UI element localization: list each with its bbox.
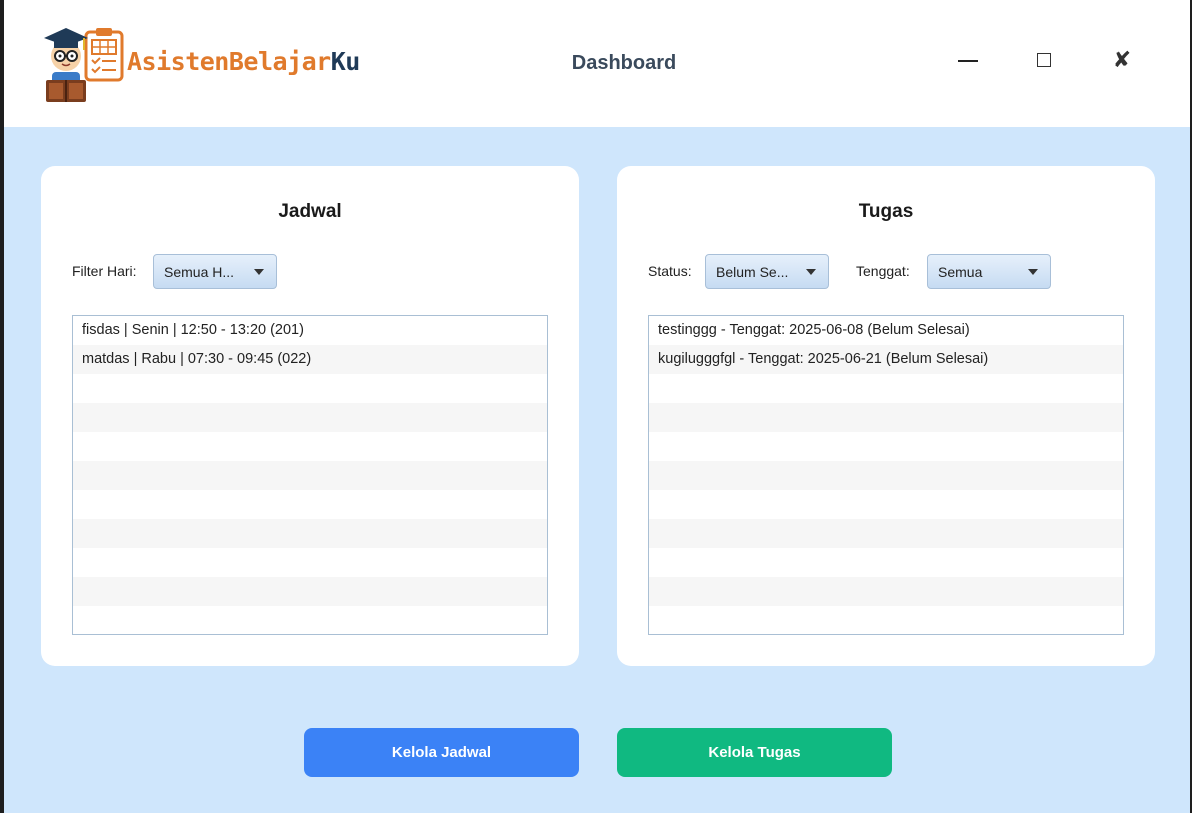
app-window: AsistenBelajarKu Dashboard ✘ Jadwal Filt… (4, 0, 1190, 813)
list-item (73, 461, 547, 490)
title-bar: AsistenBelajarKu Dashboard ✘ (4, 0, 1190, 127)
jadwal-title: Jadwal (278, 201, 342, 222)
list-item[interactable]: testinggg - Tenggat: 2025-06-08 (Belum S… (649, 316, 1123, 345)
logo-text: AsistenBelajarKu (127, 47, 360, 76)
list-item (73, 432, 547, 461)
list-item (73, 606, 547, 634)
list-item (649, 461, 1123, 490)
list-item[interactable]: matdas | Rabu | 07:30 - 09:45 (022) (73, 345, 547, 374)
close-icon: ✘ (1112, 47, 1132, 72)
close-button[interactable]: ✘ (1102, 40, 1142, 80)
maximize-button[interactable] (1024, 40, 1064, 80)
list-item (73, 490, 547, 519)
kelola-jadwal-button[interactable]: Kelola Jadwal (304, 728, 579, 777)
status-value: Belum Se... (716, 264, 789, 280)
chevron-down-icon (1028, 269, 1038, 275)
jadwal-list[interactable]: fisdas | Senin | 12:50 - 13:20 (201) matd… (72, 315, 548, 635)
list-item (649, 490, 1123, 519)
list-item (649, 577, 1123, 606)
app-logo: AsistenBelajarKu (40, 20, 360, 108)
tugas-list[interactable]: testinggg - Tenggat: 2025-06-08 (Belum S… (648, 315, 1124, 635)
list-item (649, 374, 1123, 403)
minimize-icon (958, 60, 978, 62)
list-item[interactable]: fisdas | Senin | 12:50 - 13:20 (201) (73, 316, 547, 345)
filter-hari-label: Filter Hari: (72, 263, 137, 279)
tugas-title: Tugas (858, 201, 914, 222)
page-title: Dashboard (571, 52, 677, 74)
student-mascot-icon (44, 28, 124, 102)
list-item (73, 374, 547, 403)
tenggat-label: Tenggat: (856, 263, 910, 279)
list-item (73, 577, 547, 606)
kelola-tugas-button[interactable]: Kelola Tugas (617, 728, 892, 777)
maximize-icon (1037, 53, 1051, 67)
jadwal-panel: Jadwal Filter Hari: Semua H... fisdas | … (41, 166, 579, 666)
list-item (73, 548, 547, 577)
list-item (649, 606, 1123, 634)
list-item (649, 403, 1123, 432)
list-item (73, 403, 547, 432)
list-item (73, 519, 547, 548)
filter-hari-dropdown[interactable]: Semua H... (153, 254, 277, 289)
minimize-button[interactable] (948, 40, 988, 80)
tenggat-dropdown[interactable]: Semua (927, 254, 1051, 289)
tenggat-value: Semua (938, 264, 983, 280)
status-dropdown[interactable]: Belum Se... (705, 254, 829, 289)
tugas-panel: Tugas Status: Belum Se... Tenggat: Semua… (617, 166, 1155, 666)
list-item (649, 548, 1123, 577)
list-item (649, 519, 1123, 548)
list-item[interactable]: kugilugggfgl - Tenggat: 2025-06-21 (Belu… (649, 345, 1123, 374)
list-item (649, 432, 1123, 461)
chevron-down-icon (806, 269, 816, 275)
chevron-down-icon (254, 269, 264, 275)
filter-hari-value: Semua H... (164, 264, 235, 280)
status-label: Status: (648, 263, 692, 279)
